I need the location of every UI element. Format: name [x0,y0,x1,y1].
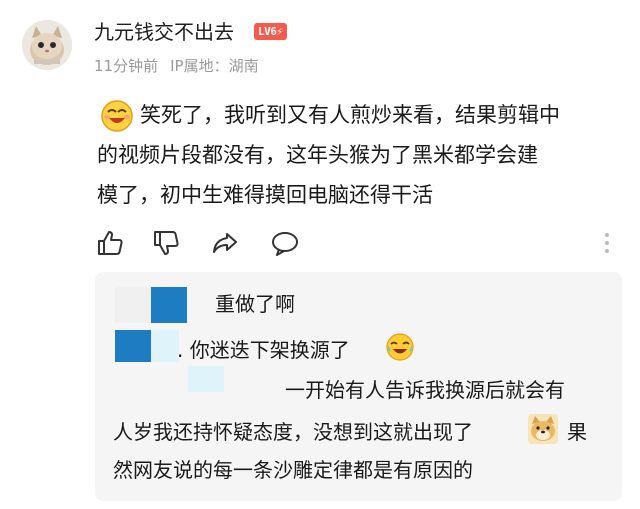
reply-text-3-line-2: 人岁我还持怀疑态度，没想到这就出现了 [113,420,473,444]
dislike-button[interactable] [151,228,181,258]
censored-username-mosaic [115,287,151,323]
laughing-face-icon [100,99,134,133]
reply-text-1: 重做了啊 [215,292,295,316]
avatar[interactable] [22,20,72,70]
crying-laughing-face-icon [385,332,415,362]
thumbs-up-icon [98,231,123,255]
censored-username-mosaic [188,366,224,392]
comment-text-line-2: 的视频片段都没有，这年头猴为了黑米都学会建 [97,143,538,167]
speech-bubble-icon [272,232,298,256]
censored-username-mosaic [151,330,179,362]
doge-face-icon [528,414,558,444]
comment-text-line-3: 模了，初中生难得摸回电脑还得干活 [97,183,433,207]
comment-meta: 11分钟前 IP属地：湖南 [94,55,259,77]
reply-text-3-line-2-tail: 果 [567,420,587,444]
comment-text-line-1: 笑死了，我听到又有人煎炒来看，结果剪辑中 [140,103,560,127]
reply-text-3-line-1: 一开始有人告诉我换源后就会有 [285,378,565,402]
reply-text-3-line-3: 然网友说的每一条沙雕定律都是有原因的 [113,458,473,482]
level-badge: LV6⚡ [254,23,287,40]
share-button[interactable] [210,228,240,258]
more-options-icon[interactable] [603,231,611,255]
reply-button[interactable] [270,228,300,258]
like-button[interactable] [95,228,125,258]
ip-location: IP属地：湖南 [170,57,259,75]
replies-container: 重做了啊 . 你迷迭下架换源了 一开始有人告诉我换源后就会有 人岁我还持怀疑态度… [95,272,622,501]
time-ago: 11分钟前 [94,57,159,75]
thumbs-down-icon [154,231,179,255]
censored-username-mosaic [115,330,151,362]
censored-username-mosaic [151,287,187,323]
username[interactable]: 九元钱交不出去 [94,18,234,46]
share-arrow-icon [213,233,237,253]
reply-text-2: . 你迷迭下架换源了 [177,338,350,362]
